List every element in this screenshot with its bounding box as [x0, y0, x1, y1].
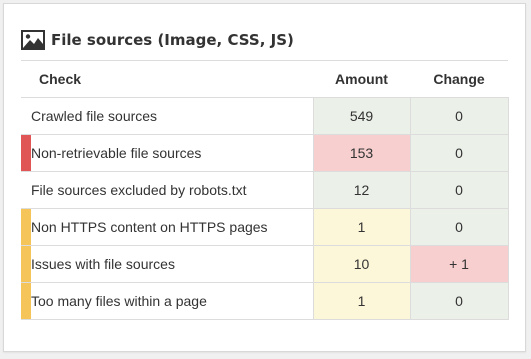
amount-cell[interactable]: 10: [312, 245, 410, 283]
column-header-check[interactable]: Check: [21, 60, 313, 98]
check-label[interactable]: Crawled file sources: [31, 97, 313, 135]
amount-cell[interactable]: 1: [312, 282, 410, 320]
table-row[interactable]: Too many files within a page 1 0: [21, 282, 509, 320]
check-label[interactable]: Issues with file sources: [31, 245, 313, 283]
severity-marker: [21, 208, 31, 246]
severity-marker: [21, 134, 31, 172]
check-label[interactable]: Non-retrievable file sources: [31, 134, 313, 172]
table-row[interactable]: Issues with file sources 10 + 1: [21, 245, 509, 283]
file-sources-card: File sources (Image, CSS, JS) Check Amou…: [3, 3, 526, 352]
change-cell: 0: [409, 97, 509, 135]
table-row[interactable]: Non HTTPS content on HTTPS pages 1 0: [21, 208, 509, 246]
column-header-change[interactable]: Change: [410, 60, 508, 98]
table-row[interactable]: Non-retrievable file sources 153 0: [21, 134, 509, 172]
table-row[interactable]: Crawled file sources 549 0: [21, 97, 509, 135]
severity-marker: [21, 245, 31, 283]
change-cell: 0: [409, 282, 509, 320]
amount-cell[interactable]: 153: [312, 134, 410, 172]
checks-table: Check Amount Change Crawled file sources…: [21, 60, 509, 320]
card-header: File sources (Image, CSS, JS): [21, 27, 294, 53]
image-icon: [21, 30, 45, 50]
check-label[interactable]: File sources excluded by robots.txt: [31, 171, 313, 209]
severity-marker: [21, 171, 31, 209]
card-title: File sources (Image, CSS, JS): [51, 31, 294, 49]
table-header-row: Check Amount Change: [21, 60, 508, 98]
change-cell: 0: [409, 171, 509, 209]
amount-cell[interactable]: 549: [312, 97, 410, 135]
table-row[interactable]: File sources excluded by robots.txt 12 0: [21, 171, 509, 209]
check-label[interactable]: Too many files within a page: [31, 282, 313, 320]
severity-marker: [21, 282, 31, 320]
change-cell: + 1: [409, 245, 509, 283]
amount-cell[interactable]: 12: [312, 171, 410, 209]
change-cell: 0: [409, 208, 509, 246]
severity-marker: [21, 97, 31, 135]
column-header-amount[interactable]: Amount: [313, 60, 410, 98]
change-cell: 0: [409, 134, 509, 172]
amount-cell[interactable]: 1: [312, 208, 410, 246]
check-label[interactable]: Non HTTPS content on HTTPS pages: [31, 208, 313, 246]
